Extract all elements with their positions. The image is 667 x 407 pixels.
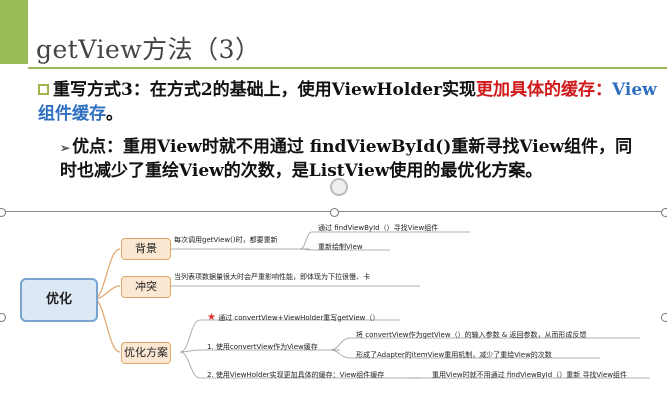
mindmap-branch-background: 背景 [121, 238, 171, 260]
solution-item-2-child-1: 重用View时就不用通过 findViewById（）重新 寻找View组件 [432, 371, 628, 379]
solution-item-2: 2. 使用ViewHolder实现更加具体的缓存：View组件缓存 [207, 371, 385, 379]
star-icon: ★ [207, 312, 216, 323]
bullet-1-red-text: 更加具体的缓存： [475, 80, 612, 100]
bullet-2: ➢ 优点：重用View时就不用通过 findViewById()重新寻找View组… [60, 136, 640, 183]
background-text: 每次调用getView()时，都要重新 [174, 236, 278, 244]
background-child-1: 通过 findViewById（）寻找View组件 [318, 224, 439, 232]
background-child-2: 重新绘制View [318, 243, 363, 251]
bullet-1-suffix: 。 [106, 104, 123, 124]
solution-star-item: ★ 通过 convertView+ViewHolder重写getView（） [207, 312, 379, 323]
square-bullet-icon [38, 84, 49, 95]
rotate-handle-icon[interactable] [330, 178, 348, 196]
mindmap-branch-solution: 优化方案 [121, 342, 171, 364]
arrow-bullet-icon: ➢ [60, 141, 71, 155]
bullet-1-prefix: 重写方式3：在方式2的基础上，使用ViewHolder实现 [53, 80, 476, 100]
bullet-1: 重写方式3：在方式2的基础上，使用ViewHolder实现更加具体的缓存：Vie… [38, 78, 658, 126]
solution-star-text: 通过 convertView+ViewHolder重写getView（） [218, 314, 380, 322]
slide-title: getView方法（3） [36, 35, 261, 64]
solution-item-1-child-2: 形成了Adapter的itemView重用机制，减少了重绘View的次数 [356, 351, 552, 359]
solution-item-1-child-1: 将 convertView作为getView（）的输入参数 & 返回参数，从而形… [356, 331, 587, 339]
solution-item-1: 1. 使用convertView作为View缓存 [207, 343, 318, 351]
slide: getView方法（3） 重写方式3：在方式2的基础上，使用ViewHolder… [0, 0, 667, 407]
mindmap-root: 优化 [20, 278, 98, 322]
title-accent-bar [0, 0, 28, 64]
conflict-text: 当列表项数据量很大时会严重影响性能，即体现为下拉很慢、卡 [174, 273, 370, 281]
mindmap-branch-conflict: 冲突 [121, 276, 171, 298]
bullet-2-text: 优点：重用View时就不用通过 findViewById()重新寻找View组件… [60, 137, 633, 181]
title-divider [28, 67, 667, 69]
